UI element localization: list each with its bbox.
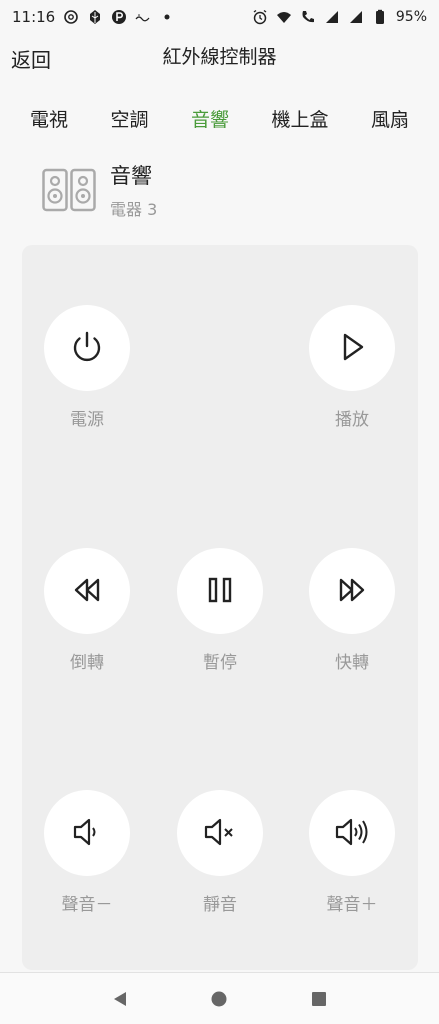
play-icon [332,327,372,370]
alarm-icon [252,9,268,25]
tab-air-conditioner[interactable]: 空調 [102,98,156,138]
battery-percent: 95% [395,9,427,25]
home-circle-icon[interactable] [204,984,234,1014]
device-text: 音響 電器 3 [110,160,157,220]
fast-forward-label: 快轉 [335,653,369,673]
status-time: 11:16 [12,8,56,26]
device-tabs: 電視 空調 音響 機上盒 風扇 [0,98,439,138]
pause-label: 暫停 [203,653,237,673]
recents-square-icon[interactable] [304,984,334,1014]
wifi-icon [276,9,292,25]
mute-button[interactable] [177,790,263,876]
rewind-control: 倒轉 [32,548,142,673]
rewind-icon [67,570,107,613]
status-bar: 11:16 95% [0,0,439,34]
volume-low-icon [67,812,107,855]
pause-button[interactable] [177,548,263,634]
remote-panel: 電源 播放 倒轉 暫停 快轉 聲音－ 靜音 聲音＋ [22,245,418,970]
fast-forward-button[interactable] [309,548,395,634]
system-nav-bar [0,972,439,1024]
call-icon [300,9,316,25]
pause-icon [200,570,240,613]
tab-audio[interactable]: 音響 [183,98,237,138]
back-triangle-icon[interactable] [105,984,135,1014]
device-info: 音響 電器 3 [42,160,157,220]
rewind-label: 倒轉 [70,653,104,673]
page-title: 紅外線控制器 [162,46,277,68]
play-label: 播放 [335,410,369,430]
status-right: 95% [252,9,427,25]
speaker-icon [42,168,96,212]
mute-control: 靜音 [165,790,275,915]
volume-high-icon [332,812,372,855]
power-button[interactable] [44,305,130,391]
dot-icon [159,9,175,25]
tab-fan[interactable]: 風扇 [363,98,417,138]
mute-label: 靜音 [203,895,237,915]
pause-control: 暫停 [165,548,275,673]
battery-icon [372,9,388,25]
volume-down-button[interactable] [44,790,130,876]
fast-forward-control: 快轉 [297,548,407,673]
text-notify-icon [135,9,151,25]
signal-icon [324,9,340,25]
parking-icon [111,9,127,25]
signal-icon [348,9,364,25]
status-left: 11:16 [12,8,175,26]
device-subtitle: 電器 3 [110,200,158,219]
fast-forward-icon [332,570,372,613]
power-label: 電源 [70,410,104,430]
power-icon [67,327,107,370]
volume-down-label: 聲音－ [61,895,113,915]
leaf-icon [87,9,103,25]
play-control: 播放 [297,305,407,430]
rewind-button[interactable] [44,548,130,634]
tab-set-top-box[interactable]: 機上盒 [263,98,336,138]
app-header: 返回 紅外線控制器 [0,34,439,82]
volume-up-button[interactable] [309,790,395,876]
volume-up-label: 聲音＋ [326,895,378,915]
device-name: 音響 [110,164,152,188]
threads-icon [63,9,79,25]
tab-tv[interactable]: 電視 [22,98,76,138]
mute-icon [200,812,240,855]
play-button[interactable] [309,305,395,391]
volume-up-control: 聲音＋ [297,790,407,915]
power-control: 電源 [32,305,142,430]
volume-down-control: 聲音－ [32,790,142,915]
